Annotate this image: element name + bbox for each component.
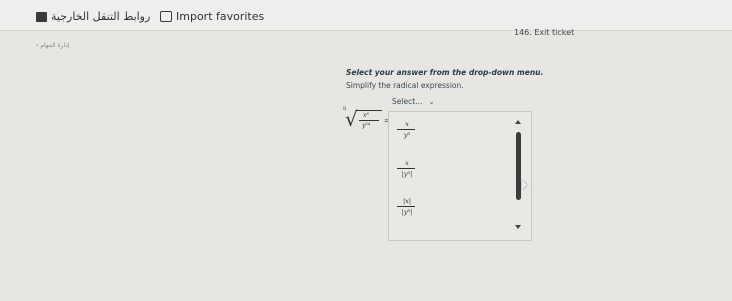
question-prompt: Simplify the radical expression.: [346, 81, 464, 90]
scroll-down-arrow-icon[interactable]: [515, 225, 521, 229]
import-favorites-label: Import favorites: [176, 10, 265, 23]
option-numerator: x: [405, 120, 409, 128]
dropdown-option[interactable]: |x| |y³|: [389, 197, 509, 221]
option-denominator: y³: [403, 131, 411, 139]
option-fraction-bar: [397, 129, 415, 130]
import-favorites-button[interactable]: Import favorites: [160, 10, 264, 23]
expression-numerator: x⁸: [363, 112, 369, 119]
scroll-up-arrow-icon[interactable]: [515, 120, 521, 124]
select-label: Select...: [392, 97, 423, 106]
dropdown-menu: x y³ x |y³| |x| |y³|: [388, 111, 532, 241]
ticket-title: 146. Exit ticket: [514, 28, 575, 37]
mouse-cursor-icon: [522, 181, 527, 189]
dropdown-option[interactable]: x y³: [389, 120, 509, 144]
folder-icon: [36, 11, 47, 22]
dropdown-option[interactable]: x |y³|: [389, 159, 509, 183]
chevron-down-icon: ⌄: [428, 98, 435, 106]
radical-expression: 8 √ x⁸ y²⁴ =: [343, 106, 391, 136]
option-numerator: |x|: [402, 197, 412, 205]
expression-denominator: y²⁴: [362, 122, 371, 129]
bookmarks-bar: روابط التنقل الخارجية Import favorites: [0, 0, 732, 31]
option-fraction-bar: [397, 168, 415, 169]
bookmark-icon: [160, 11, 172, 22]
bookmark-folder[interactable]: روابط التنقل الخارجية: [36, 10, 150, 23]
option-denominator: |y³|: [401, 208, 413, 216]
radical-bar: [356, 110, 382, 111]
option-denominator: |y³|: [401, 170, 413, 178]
option-numerator: x: [405, 159, 409, 167]
answer-select[interactable]: Select... ⌄: [392, 97, 435, 106]
scrollbar-thumb[interactable]: [516, 132, 521, 200]
fraction-bar: [359, 120, 379, 121]
back-link[interactable]: ‹ إدارة المهام: [36, 42, 70, 49]
radical-sign: √: [345, 107, 358, 131]
instruction-text: Select your answer from the drop-down me…: [346, 68, 544, 77]
bookmark-label: روابط التنقل الخارجية: [51, 10, 151, 23]
option-fraction-bar: [397, 206, 415, 207]
